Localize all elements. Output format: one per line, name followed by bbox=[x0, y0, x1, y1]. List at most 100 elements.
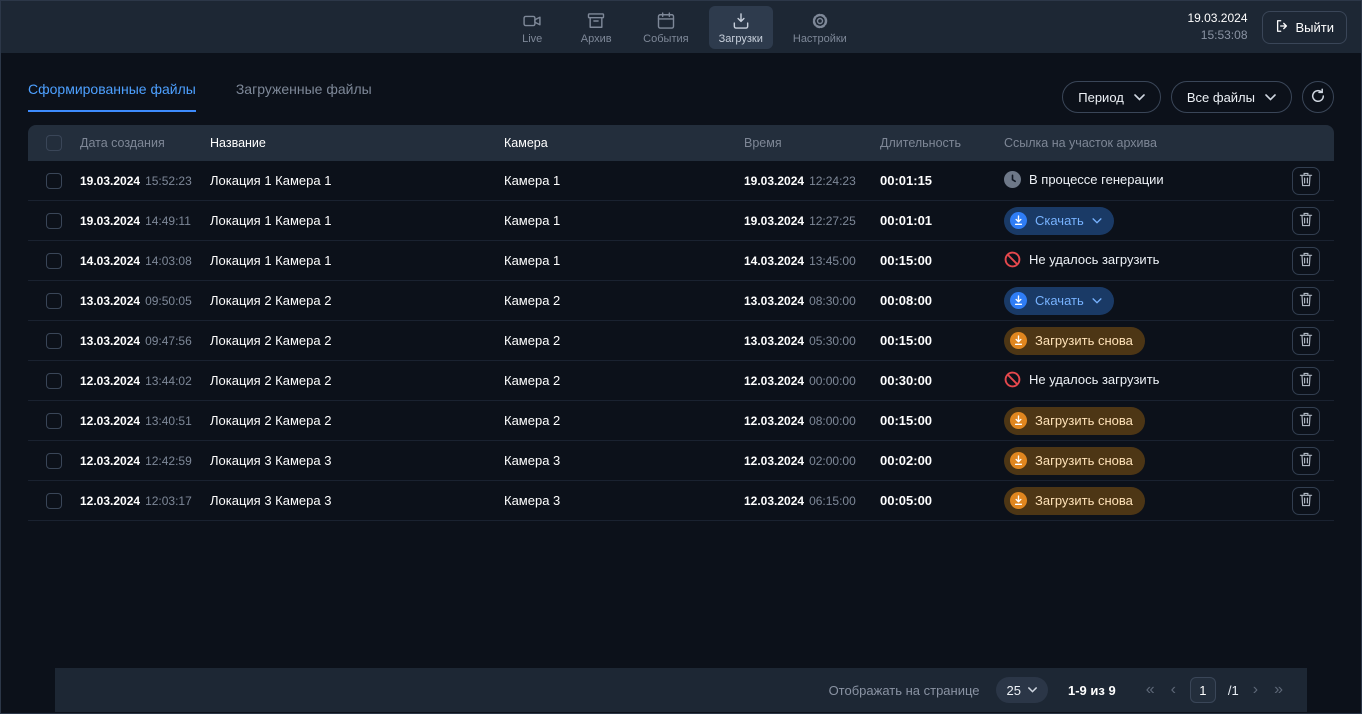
chevron-down-icon bbox=[1092, 298, 1102, 304]
select-all-checkbox[interactable] bbox=[46, 135, 62, 151]
cell-time: 12.03.202400:00:00 bbox=[744, 374, 880, 388]
retry-download-button[interactable]: Загрузить снова bbox=[1004, 327, 1145, 355]
delete-button[interactable] bbox=[1292, 287, 1320, 315]
last-page-button[interactable]: » bbox=[1272, 682, 1285, 698]
cell-name: Локация 1 Камера 1 bbox=[210, 173, 504, 188]
period-filter-button[interactable]: Период bbox=[1062, 81, 1161, 113]
cell-duration: 00:08:00 bbox=[880, 293, 1004, 308]
row-checkbox[interactable] bbox=[46, 213, 62, 229]
nav-item-settings[interactable]: Настройки bbox=[783, 6, 857, 49]
delete-button[interactable] bbox=[1292, 207, 1320, 235]
nav-label: Архив bbox=[581, 33, 612, 45]
row-checkbox[interactable] bbox=[46, 373, 62, 389]
download-icon bbox=[1010, 332, 1027, 349]
nav-item-archive[interactable]: Архив bbox=[569, 6, 623, 49]
retry-download-button[interactable]: Загрузить снова bbox=[1004, 407, 1145, 435]
main-nav: Live Архив События Загрузки bbox=[505, 6, 857, 49]
delete-button[interactable] bbox=[1292, 167, 1320, 195]
per-page-select[interactable]: 25 bbox=[996, 677, 1048, 703]
cell-name: Локация 1 Камера 1 bbox=[210, 213, 504, 228]
cell-duration: 00:30:00 bbox=[880, 373, 1004, 388]
cell-camera: Камера 1 bbox=[504, 213, 744, 228]
first-page-button[interactable]: « bbox=[1144, 682, 1157, 698]
delete-button[interactable] bbox=[1292, 247, 1320, 275]
download-icon bbox=[1010, 292, 1027, 309]
cell-camera: Камера 3 bbox=[504, 493, 744, 508]
column-header-created: Дата создания bbox=[80, 136, 210, 150]
table-row: 19.03.202414:49:11 Локация 1 Камера 1 Ка… bbox=[28, 201, 1334, 241]
current-page-box[interactable]: 1 bbox=[1190, 677, 1216, 703]
status-failed: Не удалось загрузить bbox=[1004, 371, 1159, 388]
refresh-button[interactable] bbox=[1302, 81, 1334, 113]
table-body: 19.03.202415:52:23 Локация 1 Камера 1 Ка… bbox=[28, 161, 1334, 521]
cell-created: 12.03.202413:40:51 bbox=[80, 414, 210, 428]
delete-button[interactable] bbox=[1292, 367, 1320, 395]
chevron-down-icon bbox=[1134, 94, 1145, 101]
files-filter-button[interactable]: Все файлы bbox=[1171, 81, 1292, 113]
cell-created: 13.03.202409:47:56 bbox=[80, 334, 210, 348]
download-button[interactable]: Скачать bbox=[1004, 207, 1114, 235]
cell-created: 19.03.202415:52:23 bbox=[80, 174, 210, 188]
delete-button[interactable] bbox=[1292, 327, 1320, 355]
cell-time: 14.03.202413:45:00 bbox=[744, 254, 880, 268]
row-checkbox[interactable] bbox=[46, 253, 62, 269]
tab-uploaded-files[interactable]: Загруженные файлы bbox=[236, 81, 372, 112]
nav-label: Загрузки bbox=[719, 33, 763, 45]
cell-duration: 00:15:00 bbox=[880, 253, 1004, 268]
nav-item-live[interactable]: Live bbox=[505, 6, 559, 49]
nav-item-events[interactable]: События bbox=[633, 6, 698, 49]
cell-duration: 00:15:00 bbox=[880, 333, 1004, 348]
cell-created: 13.03.202409:50:05 bbox=[80, 294, 210, 308]
error-icon bbox=[1004, 371, 1021, 388]
cell-name: Локация 2 Камера 2 bbox=[210, 413, 504, 428]
delete-button[interactable] bbox=[1292, 407, 1320, 435]
cell-name: Локация 2 Камера 2 bbox=[210, 333, 504, 348]
trash-icon bbox=[1299, 372, 1313, 390]
row-checkbox[interactable] bbox=[46, 453, 62, 469]
nav-label: События bbox=[643, 33, 688, 45]
download-icon bbox=[1010, 492, 1027, 509]
cell-archive-link: Загрузить снова bbox=[1004, 447, 1278, 475]
video-camera-icon bbox=[522, 11, 542, 31]
refresh-icon bbox=[1310, 88, 1326, 107]
column-header-duration: Длительность bbox=[880, 136, 1004, 150]
cell-archive-link: Загрузить снова bbox=[1004, 407, 1278, 435]
table-row: 19.03.202415:52:23 Локация 1 Камера 1 Ка… bbox=[28, 161, 1334, 201]
trash-icon bbox=[1299, 252, 1313, 270]
download-icon bbox=[1010, 412, 1027, 429]
row-checkbox[interactable] bbox=[46, 173, 62, 189]
tabs: Сформированные файлы Загруженные файлы bbox=[28, 81, 372, 112]
download-button[interactable]: Скачать bbox=[1004, 287, 1114, 315]
delete-button[interactable] bbox=[1292, 447, 1320, 475]
row-checkbox[interactable] bbox=[46, 333, 62, 349]
tab-generated-files[interactable]: Сформированные файлы bbox=[28, 81, 196, 112]
cell-duration: 00:15:00 bbox=[880, 413, 1004, 428]
cell-camera: Камера 1 bbox=[504, 173, 744, 188]
app-root: Live Архив События Загрузки bbox=[0, 0, 1362, 714]
table-row: 12.03.202412:42:59 Локация 3 Камера 3 Ка… bbox=[28, 441, 1334, 481]
cell-time: 12.03.202408:00:00 bbox=[744, 414, 880, 428]
clock-icon bbox=[1004, 171, 1021, 188]
cell-time: 12.03.202406:15:00 bbox=[744, 494, 880, 508]
retry-download-button[interactable]: Загрузить снова bbox=[1004, 447, 1145, 475]
cell-archive-link: Загрузить снова bbox=[1004, 487, 1278, 515]
cell-created: 12.03.202412:03:17 bbox=[80, 494, 210, 508]
cell-duration: 00:01:15 bbox=[880, 173, 1004, 188]
logout-button[interactable]: Выйти bbox=[1262, 11, 1348, 44]
row-checkbox[interactable] bbox=[46, 413, 62, 429]
nav-item-downloads[interactable]: Загрузки bbox=[709, 6, 773, 49]
status-label: Не удалось загрузить bbox=[1029, 252, 1159, 267]
error-icon bbox=[1004, 251, 1021, 268]
cell-camera: Камера 2 bbox=[504, 373, 744, 388]
row-checkbox[interactable] bbox=[46, 293, 62, 309]
cell-duration: 00:01:01 bbox=[880, 213, 1004, 228]
range-label: 1-9 из 9 bbox=[1068, 683, 1116, 698]
cell-time: 13.03.202405:30:00 bbox=[744, 334, 880, 348]
prev-page-button[interactable]: ‹ bbox=[1169, 682, 1178, 698]
chevron-down-icon bbox=[1265, 94, 1276, 101]
cell-created: 14.03.202414:03:08 bbox=[80, 254, 210, 268]
row-checkbox[interactable] bbox=[46, 493, 62, 509]
next-page-button[interactable]: › bbox=[1251, 682, 1260, 698]
delete-button[interactable] bbox=[1292, 487, 1320, 515]
retry-download-button[interactable]: Загрузить снова bbox=[1004, 487, 1145, 515]
